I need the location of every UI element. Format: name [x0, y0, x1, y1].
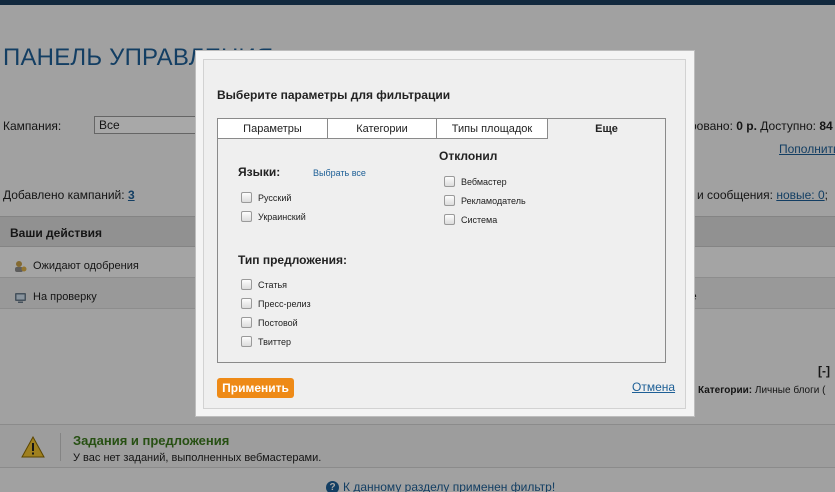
checkbox-label: Вебмастер	[461, 176, 507, 187]
checkbox-ukrainian[interactable]: Украинский	[241, 211, 306, 222]
tab-parameters[interactable]: Параметры	[217, 118, 327, 139]
tab-platform-types[interactable]: Типы площадок	[436, 118, 547, 139]
dialog-title: Выберите параметры для фильтрации	[217, 88, 451, 102]
offer-type-title: Тип предложения:	[238, 253, 347, 267]
checkbox-label: Пресс-релиз	[258, 298, 311, 309]
checkbox-label: Статья	[258, 279, 288, 290]
checkbox-label: Твиттер	[258, 336, 292, 347]
declined-title: Отклонил	[439, 149, 498, 163]
checkbox[interactable]	[241, 211, 252, 222]
checkbox-label: Украинский	[258, 211, 306, 222]
checkbox[interactable]	[444, 176, 455, 187]
filter-dialog: Выберите параметры для фильтрации Параме…	[195, 50, 695, 417]
checkbox[interactable]	[241, 279, 252, 290]
checkbox[interactable]	[241, 317, 252, 328]
checkbox[interactable]	[241, 298, 252, 309]
checkbox-russian[interactable]: Русский	[241, 192, 291, 203]
apply-button[interactable]: Применить	[217, 378, 294, 398]
checkbox-system[interactable]: Система	[444, 214, 497, 225]
checkbox-label: Постовой	[258, 317, 298, 328]
checkbox-post[interactable]: Постовой	[241, 317, 298, 328]
checkbox-label: Рекламодатель	[461, 195, 526, 206]
checkbox-press-release[interactable]: Пресс-релиз	[241, 298, 311, 309]
checkbox-advertiser[interactable]: Рекламодатель	[444, 195, 526, 206]
checkbox-label: Русский	[258, 192, 292, 203]
checkbox[interactable]	[241, 336, 252, 347]
tab-panel-more	[217, 138, 666, 363]
filter-tabs: Параметры Категории Типы площадок Еще	[217, 118, 666, 139]
cancel-link[interactable]: Отмена	[632, 380, 675, 394]
checkbox[interactable]	[444, 214, 455, 225]
select-all-languages-link[interactable]: Выбрать все	[313, 168, 366, 178]
checkbox-article[interactable]: Статья	[241, 279, 287, 290]
languages-title: Языки:	[238, 165, 281, 179]
checkbox-label: Система	[461, 214, 498, 225]
checkbox[interactable]	[241, 192, 252, 203]
checkbox-twitter[interactable]: Твиттер	[241, 336, 291, 347]
tab-categories[interactable]: Категории	[327, 118, 436, 139]
checkbox[interactable]	[444, 195, 455, 206]
tab-more[interactable]: Еще	[547, 118, 666, 139]
checkbox-webmaster[interactable]: Вебмастер	[444, 176, 507, 187]
